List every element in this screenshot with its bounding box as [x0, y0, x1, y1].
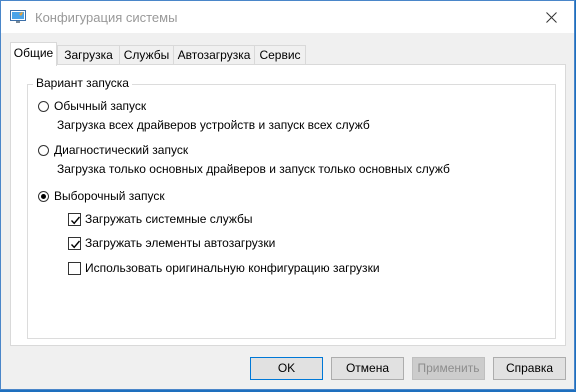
normal-startup-radio-row[interactable]: Обычный запуск	[38, 99, 146, 113]
apply-button[interactable]: Применить	[412, 357, 485, 380]
load-startup-items-checkbox[interactable]	[68, 236, 81, 250]
close-button[interactable]	[528, 1, 574, 33]
help-button[interactable]: Справка	[493, 357, 566, 380]
load-system-services-checkbox[interactable]	[68, 212, 81, 226]
selective-startup-label: Выборочный запуск	[54, 189, 165, 203]
normal-startup-description: Загрузка всех драйверов устройств и запу…	[57, 118, 370, 132]
load-startup-items-row[interactable]: Загружать элементы автозагрузки	[68, 236, 275, 250]
system-configuration-window: Конфигурация системы Общие Загрузка Служ…	[0, 0, 575, 390]
title-bar[interactable]: Конфигурация системы	[1, 1, 574, 33]
diagnostic-startup-label: Диагностический запуск	[54, 143, 189, 157]
selective-startup-radio-row[interactable]: Выборочный запуск	[38, 189, 165, 203]
startup-selection-group: Вариант запуска Обычный запуск Загрузка …	[27, 76, 556, 339]
startup-selection-legend: Вариант запуска	[33, 76, 132, 90]
diagnostic-startup-radio-row[interactable]: Диагностический запуск	[38, 143, 188, 157]
selective-startup-radio[interactable]	[38, 190, 49, 202]
load-system-services-row[interactable]: Загружать системные службы	[68, 212, 253, 226]
checkmark-icon	[70, 240, 81, 248]
tab-strip: Общие Загрузка Службы Автозагрузка Серви…	[10, 42, 565, 66]
tab-services[interactable]: Службы	[119, 45, 174, 64]
tab-general[interactable]: Общие	[10, 42, 57, 66]
use-original-boot-config-row[interactable]: Использовать оригинальную конфигурацию з…	[68, 261, 380, 275]
tab-boot[interactable]: Загрузка	[57, 45, 120, 64]
use-original-boot-config-checkbox[interactable]	[68, 261, 81, 275]
load-startup-items-label: Загружать элементы автозагрузки	[85, 236, 276, 250]
normal-startup-label: Обычный запуск	[54, 99, 147, 113]
diagnostic-startup-description: Загрузка только основных драйверов и зап…	[57, 162, 450, 176]
checkmark-icon	[70, 216, 81, 224]
general-tab-panel: Вариант запуска Обычный запуск Загрузка …	[10, 64, 566, 346]
use-original-boot-config-label: Использовать оригинальную конфигурацию з…	[85, 261, 380, 275]
load-system-services-label: Загружать системные службы	[85, 212, 253, 226]
tab-startup[interactable]: Автозагрузка	[173, 45, 255, 64]
close-icon	[545, 11, 557, 23]
normal-startup-radio[interactable]	[38, 100, 49, 112]
diagnostic-startup-radio[interactable]	[38, 144, 49, 156]
ok-button[interactable]: OK	[250, 357, 323, 380]
msconfig-app-icon	[10, 10, 26, 24]
cancel-button[interactable]: Отмена	[331, 357, 404, 380]
window-title: Конфигурация системы	[35, 10, 178, 25]
tab-tools[interactable]: Сервис	[254, 45, 306, 64]
